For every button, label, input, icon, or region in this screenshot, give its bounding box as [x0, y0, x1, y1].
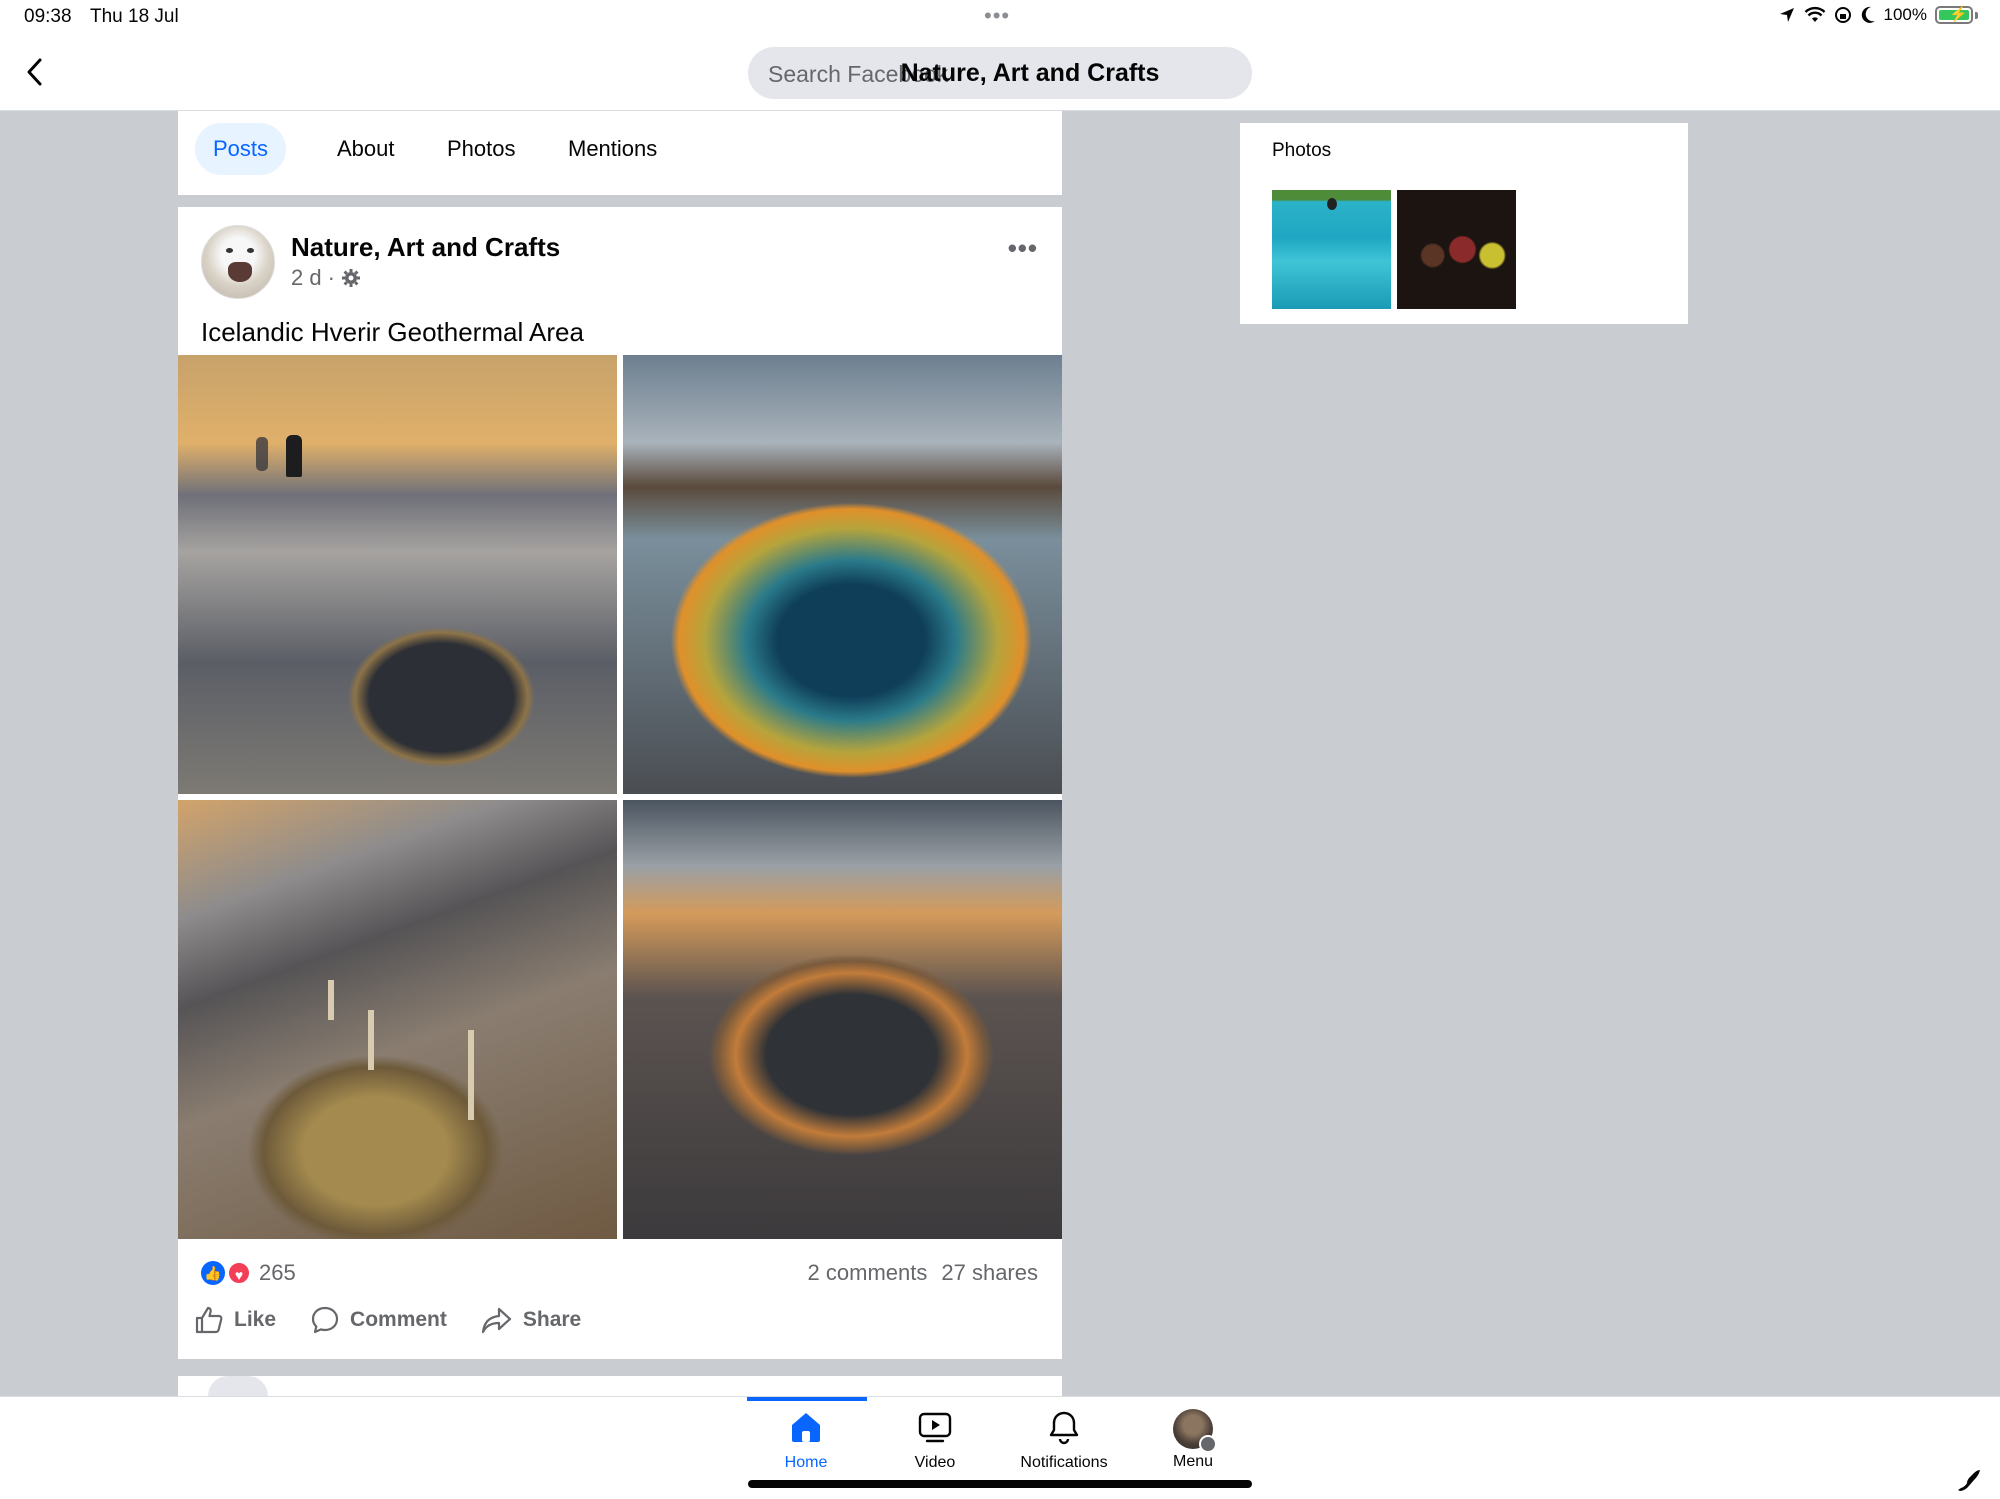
home-icon: [792, 1413, 820, 1442]
post-photo-4[interactable]: [623, 800, 1062, 1239]
share-button[interactable]: Share: [481, 1305, 581, 1335]
post-photo-2[interactable]: [623, 355, 1062, 794]
status-date: Thu 18 Jul: [90, 6, 179, 27]
phone-icon[interactable]: [1956, 1466, 1982, 1492]
battery-charging-icon: ⚡: [1935, 6, 1973, 24]
tab-about[interactable]: About: [319, 123, 413, 175]
tab-menu-label: Menu: [1172, 1453, 1214, 1470]
search-input[interactable]: Search Facebook Nature, Art and Crafts: [748, 47, 1252, 99]
photo-thumbnail[interactable]: [1397, 190, 1516, 309]
top-nav: Search Facebook Nature, Art and Crafts: [0, 34, 2000, 111]
post-text: Icelandic Hverir Geothermal Area: [201, 317, 584, 347]
thumbs-up-icon: [195, 1306, 223, 1334]
tab-home-label: Home: [784, 1454, 828, 1471]
hiker-silhouette: [256, 437, 268, 471]
photos-card-title[interactable]: Photos: [1272, 140, 1331, 162]
photos-card: Photos: [1240, 123, 1688, 324]
back-chevron-icon[interactable]: [20, 54, 52, 90]
post-photo-1[interactable]: [178, 355, 617, 794]
post-photo-grid: [178, 355, 1062, 1239]
gear-icon: [341, 269, 360, 287]
screen-lock-icon: [1834, 7, 1851, 23]
tab-video-label: Video: [914, 1454, 956, 1471]
moon-icon: [1861, 6, 1875, 23]
tab-photos[interactable]: Photos: [429, 123, 534, 175]
post-card: Nature, Art and Crafts 2 d · ••• Iceland…: [178, 207, 1062, 1359]
location-arrow-icon: [1779, 8, 1794, 22]
status-icons: 100% ⚡: [1778, 5, 1978, 25]
shares-count[interactable]: 27 shares: [941, 1260, 1038, 1286]
comment-bubble-icon: [311, 1306, 339, 1334]
status-time: 09:38: [24, 6, 72, 27]
active-tab-indicator: [747, 1397, 867, 1401]
tab-menu[interactable]: Menu: [1133, 1409, 1253, 1471]
comment-label: Comment: [350, 1308, 447, 1331]
post-stats: 2 comments 27 shares: [808, 1260, 1038, 1286]
like-reaction-icon: 👍: [201, 1261, 225, 1285]
battery-nub: [1975, 11, 1978, 19]
more-options-icon[interactable]: •••: [1008, 233, 1038, 264]
reactions-summary[interactable]: 👍 ♥ 265: [201, 1260, 296, 1286]
share-arrow-icon: [481, 1307, 511, 1334]
tab-mentions[interactable]: Mentions: [550, 123, 675, 175]
profile-avatar: [1173, 1409, 1217, 1453]
meta-separator: ·: [327, 265, 335, 290]
menu-badge-icon: [1199, 1435, 1217, 1453]
bell-icon: [1049, 1411, 1079, 1445]
next-post-card: [178, 1376, 1062, 1396]
love-reaction-icon: ♥: [227, 1261, 251, 1285]
reactions-count: 265: [259, 1260, 296, 1285]
share-label: Share: [522, 1308, 582, 1331]
photo-thumbnail[interactable]: [1272, 190, 1391, 309]
tab-home[interactable]: Home: [746, 1409, 866, 1472]
like-button[interactable]: Like: [194, 1305, 276, 1335]
battery-label: 100%: [1883, 5, 1927, 24]
tab-notifications[interactable]: Notifications: [1004, 1409, 1124, 1472]
status-bar: 09:38 Thu 18 Jul ••• 100% ⚡: [0, 0, 2000, 34]
page-tabs: Posts About Photos Mentions: [178, 111, 1062, 201]
page-feed: Posts About Photos Mentions Nature, Art …: [178, 111, 1062, 1359]
like-label: Like: [234, 1308, 277, 1331]
multitasking-dots-icon[interactable]: •••: [984, 3, 1010, 29]
post-meta: 2 d ·: [291, 265, 361, 291]
page-title: Nature, Art and Crafts: [900, 59, 1160, 87]
tab-posts[interactable]: Posts: [195, 123, 287, 175]
next-post-avatar: [208, 1376, 268, 1396]
page-avatar[interactable]: [201, 225, 275, 299]
comment-button[interactable]: Comment: [310, 1305, 447, 1335]
hiker-silhouette: [286, 435, 302, 477]
post-actions: Like Comment Share: [194, 1305, 581, 1335]
video-icon: [918, 1412, 952, 1443]
bird-silhouette: [1327, 198, 1337, 210]
home-indicator[interactable]: [748, 1480, 1252, 1488]
tab-video[interactable]: Video: [875, 1409, 995, 1472]
comments-count[interactable]: 2 comments: [808, 1260, 928, 1286]
post-photo-3[interactable]: [178, 800, 617, 1239]
tab-notifications-label: Notifications: [1020, 1454, 1108, 1471]
post-time[interactable]: 2 d: [291, 265, 322, 291]
wifi-icon: [1804, 6, 1825, 22]
post-author[interactable]: Nature, Art and Crafts: [291, 232, 560, 263]
